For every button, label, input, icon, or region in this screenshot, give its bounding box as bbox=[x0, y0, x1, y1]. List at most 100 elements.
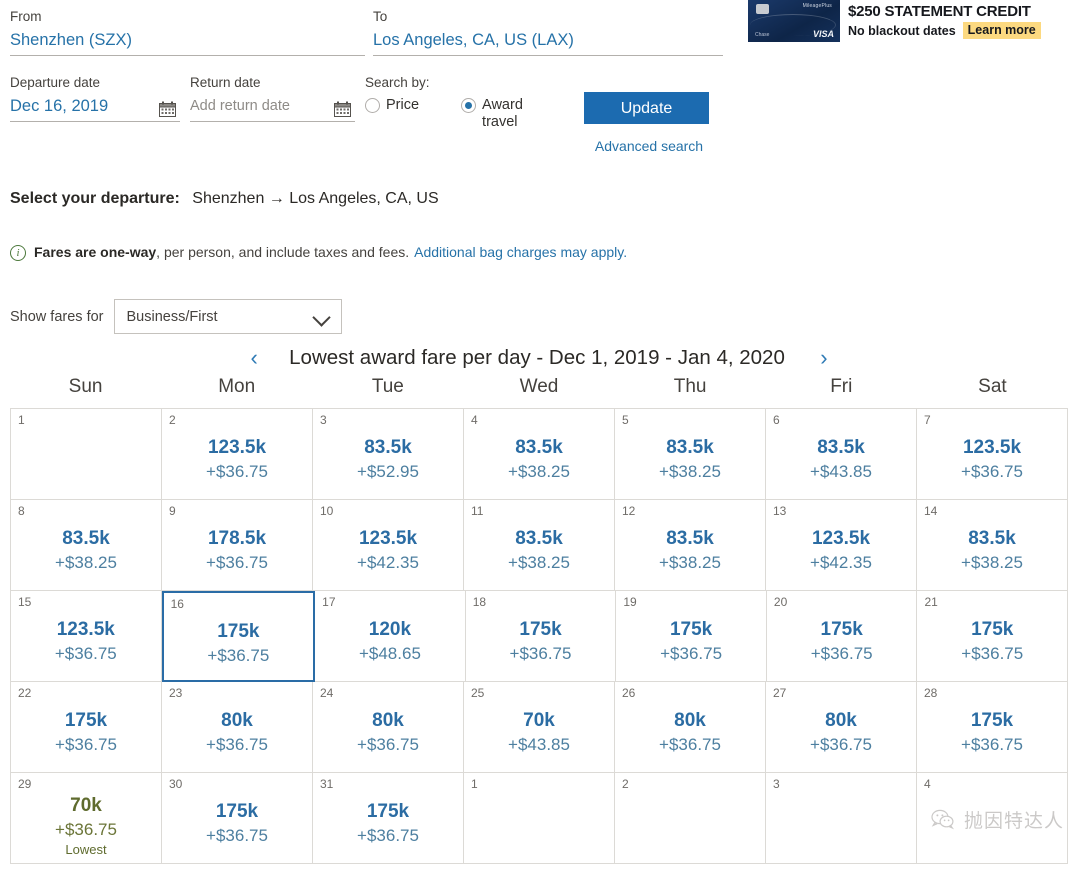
calendar-day-cell[interactable]: 22 175k +$36.75 bbox=[11, 682, 162, 773]
calendar-day-cell-empty: 4 bbox=[917, 773, 1068, 864]
from-field[interactable]: From Shenzhen (SZX) bbox=[10, 8, 365, 60]
calendar-day-cell[interactable]: 27 80k +$36.75 bbox=[766, 682, 917, 773]
calendar-day-cell[interactable]: 29 70k +$36.75 Lowest bbox=[11, 773, 162, 864]
weekday-sat: Sat bbox=[978, 376, 1007, 397]
calendar-day-cell[interactable]: 16 175k +$36.75 bbox=[161, 591, 316, 682]
calendar-week-row: 1 2 123.5k +$36.75 3 83.5k +$52.95 4 83.5k +$38.2… bbox=[11, 409, 1068, 500]
bag-charges-link[interactable]: Additional bag charges may apply. bbox=[414, 243, 627, 262]
calendar-day-cell-empty: 3 bbox=[766, 773, 917, 864]
fare-class-select[interactable]: Business/First bbox=[113, 299, 342, 334]
to-field[interactable]: To Los Angeles, CA, US (LAX) bbox=[373, 8, 723, 60]
fare-disclaimer: i Fares are one-way, per person, and inc… bbox=[10, 243, 627, 262]
day-number: 29 bbox=[18, 777, 32, 791]
fare-block: 175k +$36.75 bbox=[767, 617, 917, 665]
calendar-day-cell[interactable]: 3 83.5k +$52.95 bbox=[313, 409, 464, 500]
fare-block: 70k +$36.75 Lowest bbox=[11, 793, 161, 858]
radio-price[interactable]: Price bbox=[365, 97, 419, 131]
fare-block: 80k +$36.75 bbox=[615, 708, 765, 756]
calendar-day-cell[interactable]: 5 83.5k +$38.25 bbox=[615, 409, 766, 500]
fare-taxes: +$38.25 bbox=[659, 553, 721, 572]
day-number: 15 bbox=[18, 595, 32, 609]
promo-banner[interactable]: MileagePlus Chase VISA $250 STATEMENT CR… bbox=[748, 0, 1078, 42]
calendar-icon[interactable] bbox=[159, 101, 176, 117]
day-number: 25 bbox=[471, 686, 485, 700]
day-number: 3 bbox=[320, 413, 327, 427]
calendar-day-cell[interactable]: 15 123.5k +$36.75 bbox=[11, 591, 162, 682]
day-number: 28 bbox=[924, 686, 938, 700]
fare-block: 83.5k +$38.25 bbox=[11, 526, 161, 574]
learn-more-button[interactable]: Learn more bbox=[962, 22, 1041, 39]
calendar-day-cell[interactable]: 2 123.5k +$36.75 bbox=[162, 409, 313, 500]
day-number: 13 bbox=[773, 504, 787, 518]
radio-award-travel-dot[interactable] bbox=[461, 98, 477, 113]
fare-miles: 123.5k bbox=[358, 528, 418, 549]
return-date-field[interactable]: Return date Add return date bbox=[190, 74, 355, 126]
next-week-arrow-icon[interactable]: › bbox=[811, 347, 837, 369]
calendar-day-cell[interactable]: 21 175k +$36.75 bbox=[917, 591, 1069, 682]
dates-and-options-row: Departure date Dec 16, 2019 Return date … bbox=[10, 74, 730, 154]
from-input[interactable]: Shenzhen (SZX) bbox=[10, 28, 365, 52]
fare-block: 83.5k +$52.95 bbox=[313, 435, 463, 483]
calendar-icon[interactable] bbox=[334, 101, 351, 117]
to-input[interactable]: Los Angeles, CA, US (LAX) bbox=[373, 28, 723, 52]
fare-taxes: +$43.85 bbox=[508, 735, 570, 754]
fare-taxes: +$36.75 bbox=[810, 644, 873, 663]
calendar-day-cell[interactable]: 26 80k +$36.75 bbox=[615, 682, 766, 773]
fare-block: 175k +$36.75 bbox=[917, 708, 1067, 756]
departure-date-input[interactable]: Dec 16, 2019 bbox=[10, 94, 180, 118]
calendar-day-cell[interactable]: 31 175k +$36.75 bbox=[313, 773, 464, 864]
calendar-day-cell[interactable]: 9 178.5k +$36.75 bbox=[162, 500, 313, 591]
calendar-day-cell-empty: 1 bbox=[11, 409, 162, 500]
search-by-group: Search by: Price Award travel bbox=[365, 74, 570, 131]
return-date-input[interactable]: Add return date bbox=[190, 94, 355, 118]
calendar-day-cell[interactable]: 17 120k +$48.65 bbox=[315, 591, 466, 682]
calendar-day-cell[interactable]: 8 83.5k +$38.25 bbox=[11, 500, 162, 591]
calendar-day-cell[interactable]: 24 80k +$36.75 bbox=[313, 682, 464, 773]
day-number: 16 bbox=[170, 597, 184, 611]
page-title: Select your departure: Shenzhen → Los An… bbox=[10, 188, 439, 210]
advanced-search-link[interactable]: Advanced search bbox=[584, 138, 714, 154]
calendar-day-cell-empty: 1 bbox=[464, 773, 615, 864]
calendar-day-cell[interactable]: 19 175k +$36.75 bbox=[616, 591, 767, 682]
calendar-day-cell[interactable]: 18 175k +$36.75 bbox=[465, 591, 617, 682]
fare-block: 175k +$36.75 bbox=[466, 617, 616, 665]
fare-taxes: +$36.75 bbox=[207, 646, 270, 665]
calendar-day-cell[interactable]: 4 83.5k +$38.25 bbox=[464, 409, 615, 500]
calendar-day-cell[interactable]: 7 123.5k +$36.75 bbox=[917, 409, 1068, 500]
calendar-day-cell[interactable]: 20 175k +$36.75 bbox=[766, 591, 918, 682]
day-number: 23 bbox=[169, 686, 183, 700]
fare-taxes: +$38.25 bbox=[508, 462, 570, 481]
calendar-day-cell[interactable]: 12 83.5k +$38.25 bbox=[615, 500, 766, 591]
fare-taxes: +$36.75 bbox=[357, 826, 419, 845]
calendar-day-cell[interactable]: 6 83.5k +$43.85 bbox=[766, 409, 917, 500]
radio-price-dot[interactable] bbox=[365, 98, 380, 113]
update-button[interactable]: Update bbox=[584, 92, 709, 124]
calendar-day-cell[interactable]: 14 83.5k +$38.25 bbox=[917, 500, 1068, 591]
route-summary: Shenzhen → Los Angeles, CA, US bbox=[192, 190, 439, 207]
calendar-day-cell[interactable]: 23 80k +$36.75 bbox=[162, 682, 313, 773]
fare-block: 175k +$36.75 bbox=[162, 799, 312, 847]
day-number: 6 bbox=[773, 413, 780, 427]
origin-destination-row: From Shenzhen (SZX) To Los Angeles, CA, … bbox=[10, 8, 730, 60]
departure-date-field[interactable]: Departure date Dec 16, 2019 bbox=[10, 74, 180, 126]
day-number: 5 bbox=[622, 413, 629, 427]
chevron-down-icon bbox=[313, 311, 331, 322]
fare-taxes: +$43.85 bbox=[810, 462, 872, 481]
calendar-day-cell[interactable]: 11 83.5k +$38.25 bbox=[464, 500, 615, 591]
calendar-day-cell[interactable]: 30 175k +$36.75 bbox=[162, 773, 313, 864]
calendar-week-row: 22 175k +$36.75 23 80k +$36.75 24 80k +$36.75 25 7… bbox=[11, 682, 1068, 773]
fare-block: 70k +$43.85 bbox=[464, 708, 614, 756]
fare-taxes: +$36.75 bbox=[206, 462, 268, 481]
fare-taxes: +$36.75 bbox=[206, 826, 268, 845]
calendar-day-cell[interactable]: 13 123.5k +$42.35 bbox=[766, 500, 917, 591]
flight-search-panel: From Shenzhen (SZX) To Los Angeles, CA, … bbox=[0, 0, 740, 154]
calendar-day-cell[interactable]: 25 70k +$43.85 bbox=[464, 682, 615, 773]
departure-date-underline bbox=[10, 121, 180, 122]
day-number: 4 bbox=[471, 413, 478, 427]
calendar-day-cell[interactable]: 28 175k +$36.75 bbox=[917, 682, 1068, 773]
radio-award-travel[interactable]: Award travel bbox=[461, 97, 544, 131]
calendar-day-cell[interactable]: 10 123.5k +$42.35 bbox=[313, 500, 464, 591]
prev-week-arrow-icon[interactable]: ‹ bbox=[241, 347, 267, 369]
fare-miles: 83.5k bbox=[62, 528, 110, 549]
card-bank-label: Chase bbox=[755, 32, 770, 38]
